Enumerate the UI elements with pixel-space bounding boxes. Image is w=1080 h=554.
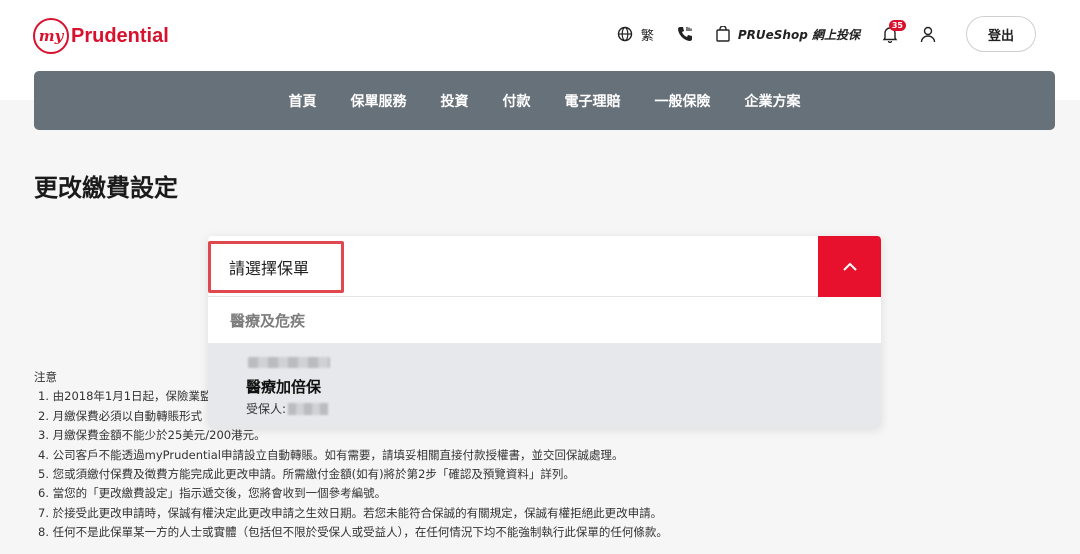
notifications-button[interactable]: 35 <box>882 19 906 43</box>
note-line: 4. 公司客戶不能透過myPrudential申請設立自動轉賬。如有需要，請填妥… <box>38 447 624 462</box>
logout-button[interactable]: 登出 <box>966 16 1036 52</box>
chevron-up-icon <box>842 257 858 276</box>
prueshop-link[interactable]: PRUeShop 網上投保 <box>716 26 860 43</box>
insured-label: 受保人: <box>246 402 287 416</box>
nav-item-policy-services[interactable]: 保單服務 <box>351 91 407 111</box>
phone-icon <box>676 25 694 43</box>
language-label: 繁 <box>640 28 654 44</box>
redacted-insured-name <box>288 402 329 415</box>
profile-button[interactable] <box>920 26 936 43</box>
nav-item-home[interactable]: 首頁 <box>289 91 317 111</box>
top-actions: 繁 PRUeShop 網上投保 35 登出 <box>595 16 1036 52</box>
note-line: 8. 任何不是此保單某一方的人士或實體（包括但不限於受保人或受益人），在任何情況… <box>38 525 668 540</box>
nav-item-eclaims[interactable]: 電子理賠 <box>565 91 621 111</box>
page-title: 更改繳費設定 <box>34 174 178 202</box>
prueshop-label: PRUeShop 網上投保 <box>737 27 860 42</box>
nav-item-payment[interactable]: 付款 <box>503 91 531 111</box>
myprudential-logo[interactable]: my Prudential <box>33 16 169 56</box>
policy-select-placeholder[interactable]: 請選擇保單 <box>208 241 344 293</box>
logo-text: Prudential <box>71 24 169 47</box>
nav-item-general-insurance[interactable]: 一般保險 <box>655 91 711 111</box>
note-line: 7. 於接受此更改申請時，保誠有權決定此更改申請之生效日期。若您未能符合保誠的有… <box>38 505 663 520</box>
note-line: 3. 月繳保費金額不能少於25美元/200港元。 <box>38 428 266 443</box>
logo-my-mark: my <box>33 18 69 54</box>
shopping-bag-icon <box>716 26 730 42</box>
notification-badge: 35 <box>888 19 906 31</box>
contact-button[interactable] <box>676 25 694 43</box>
language-switch[interactable]: 繁 <box>617 25 654 44</box>
user-icon <box>920 26 936 43</box>
dropdown-toggle-button[interactable] <box>818 236 881 297</box>
policy-option-insured: 受保人: <box>246 400 329 417</box>
policy-option-name: 醫療加倍保 <box>246 378 322 396</box>
policy-select-dropdown: 請選擇保單 醫療及危疾 醫療加倍保 受保人: <box>208 236 881 428</box>
note-line: 5. 您或須繳付保費及徵費方能完成此更改申請。所需繳付金額(如有)將於第2步「確… <box>38 467 575 482</box>
nav-item-corporate[interactable]: 企業方案 <box>745 91 801 111</box>
policy-option[interactable]: 醫療加倍保 受保人: <box>208 343 881 428</box>
option-group-label: 醫療及危疾 <box>230 311 306 330</box>
note-line: 6. 當您的「更改繳費設定」指示遞交後，您將會收到一個參考編號。 <box>38 486 387 501</box>
nav-item-investment[interactable]: 投資 <box>441 91 469 111</box>
main-nav: 首頁 保單服務 投資 付款 電子理賠 一般保險 企業方案 <box>34 71 1055 130</box>
globe-icon <box>617 26 633 42</box>
policy-select[interactable]: 請選擇保單 <box>208 236 881 297</box>
redacted-policy-number <box>248 357 330 368</box>
